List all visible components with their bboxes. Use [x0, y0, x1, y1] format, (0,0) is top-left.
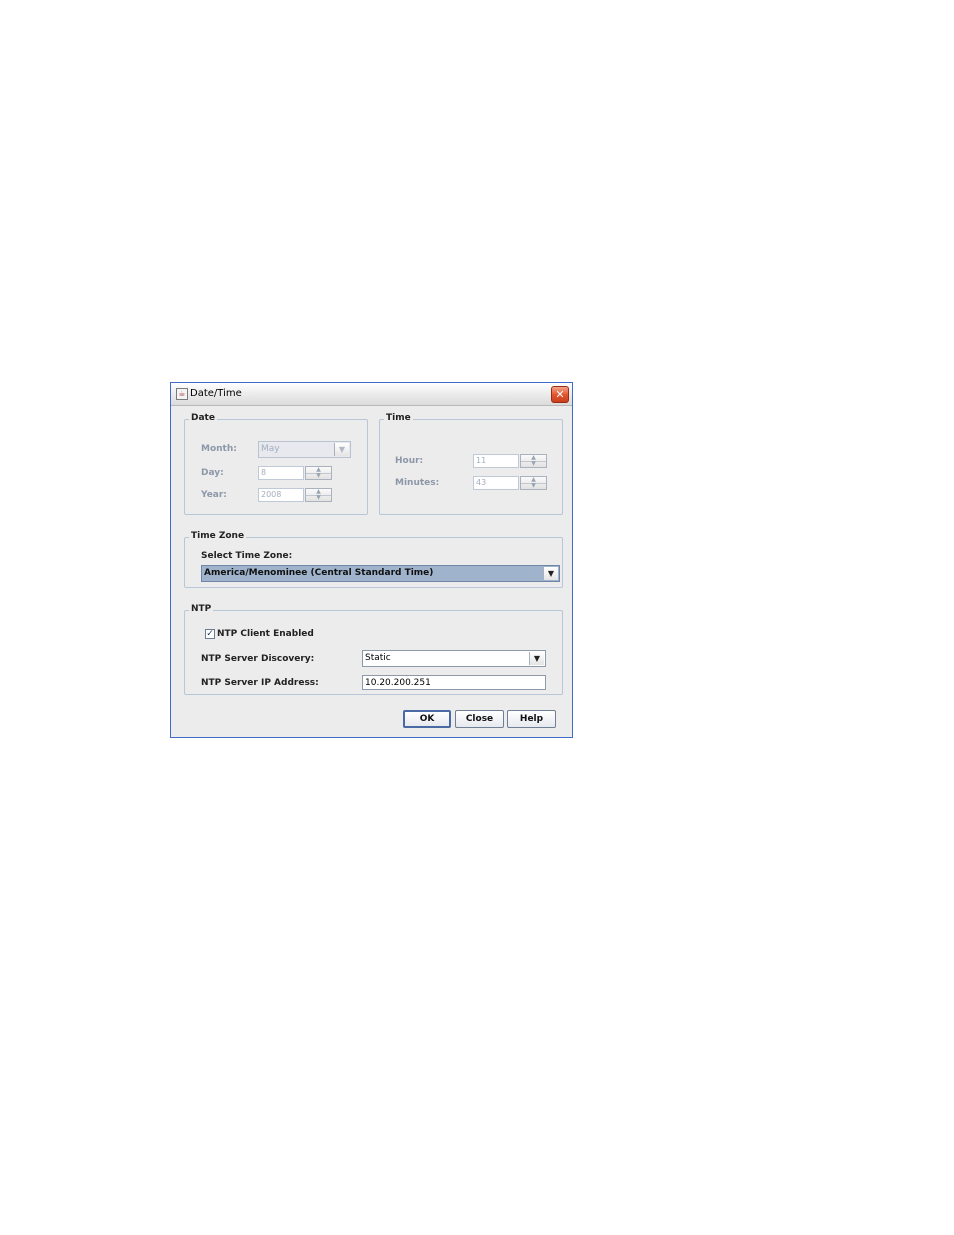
- year-field[interactable]: 2008: [258, 488, 304, 502]
- timezone-select[interactable]: America/Menominee (Central Standard Time…: [201, 565, 560, 582]
- minutes-field[interactable]: 43: [473, 476, 519, 490]
- hour-label: Hour:: [395, 456, 424, 466]
- ntp-client-enabled-label[interactable]: NTP Client Enabled: [217, 629, 314, 639]
- chevron-down-icon[interactable]: ▼: [334, 443, 349, 456]
- ntp-client-enabled-checkbox[interactable]: ✓: [205, 629, 215, 639]
- help-button[interactable]: Help: [507, 710, 556, 728]
- ntp-discovery-value: Static: [365, 653, 391, 663]
- ntp-ip-input[interactable]: [362, 675, 546, 690]
- month-select[interactable]: May ▼: [258, 441, 351, 458]
- year-spin-buttons: ▲ ▼: [305, 488, 332, 502]
- timezone-value: America/Menominee (Central Standard Time…: [204, 568, 434, 578]
- day-label: Day:: [201, 468, 224, 478]
- spin-down-icon[interactable]: ▼: [521, 461, 546, 467]
- date-time-dialog: ☕ Date/Time ✕ Date Month: May ▼ Day: 8 ▲…: [170, 382, 573, 738]
- timezone-legend: Time Zone: [189, 531, 247, 541]
- java-cup-icon: ☕: [176, 388, 188, 400]
- spin-down-icon[interactable]: ▼: [521, 483, 546, 489]
- chevron-down-icon[interactable]: ▼: [529, 652, 544, 665]
- window-title: Date/Time: [190, 388, 242, 399]
- select-timezone-label: Select Time Zone:: [201, 551, 293, 561]
- hour-field[interactable]: 11: [473, 454, 519, 468]
- close-button[interactable]: Close: [455, 710, 504, 728]
- title-bar[interactable]: ☕ Date/Time ✕: [171, 383, 572, 406]
- ntp-discovery-label: NTP Server Discovery:: [201, 654, 315, 664]
- minutes-label: Minutes:: [395, 478, 440, 488]
- spin-down-icon[interactable]: ▼: [306, 495, 331, 501]
- minutes-spin-buttons: ▲ ▼: [520, 476, 547, 490]
- ntp-group: NTP ✓ NTP Client Enabled NTP Server Disc…: [184, 604, 563, 695]
- time-group: Time Hour: 11 ▲ ▼ Minutes: 43 ▲ ▼: [379, 413, 563, 515]
- spin-down-icon[interactable]: ▼: [306, 473, 331, 479]
- chevron-down-icon[interactable]: ▼: [543, 567, 558, 580]
- time-legend: Time: [384, 413, 413, 423]
- month-value: May: [261, 444, 280, 454]
- ok-button[interactable]: OK: [403, 710, 451, 728]
- ntp-legend: NTP: [189, 604, 214, 614]
- day-field[interactable]: 8: [258, 466, 304, 480]
- hour-spin-buttons: ▲ ▼: [520, 454, 547, 468]
- close-window-button[interactable]: ✕: [551, 386, 569, 403]
- date-legend: Date: [189, 413, 217, 423]
- date-group: Date Month: May ▼ Day: 8 ▲ ▼ Year: 2008 …: [184, 413, 368, 515]
- month-label: Month:: [201, 444, 237, 454]
- ntp-ip-label: NTP Server IP Address:: [201, 678, 319, 688]
- year-label: Year:: [201, 490, 227, 500]
- timezone-group: Time Zone Select Time Zone: America/Meno…: [184, 531, 563, 588]
- ntp-discovery-select[interactable]: Static ▼: [362, 650, 546, 667]
- day-spin-buttons: ▲ ▼: [305, 466, 332, 480]
